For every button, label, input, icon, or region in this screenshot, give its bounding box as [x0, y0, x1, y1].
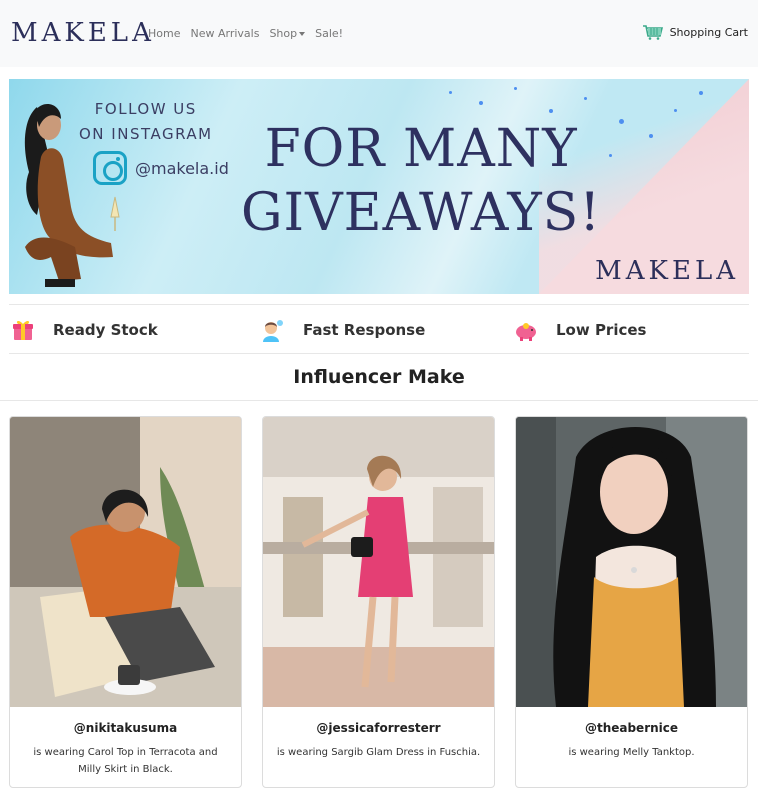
influencer-handle[interactable]: @nikitakusuma	[10, 721, 241, 735]
piggy-bank-icon	[516, 323, 536, 341]
headline-line-2: GIVEAWAYS!	[241, 183, 602, 243]
influencer-description: is wearing Sargib Glam Dress in Fuschia.	[276, 747, 481, 758]
nav-link-shop-dropdown[interactable]: Shop	[269, 27, 306, 40]
sparkle-decoration	[514, 87, 517, 90]
brand-logo[interactable]: MAKELA	[11, 18, 155, 48]
features-bar: Ready Stock Fast Response Low Prices	[9, 304, 749, 354]
follow-line-2: ON INSTAGRAM	[79, 125, 213, 143]
instagram-handle-block: @makela.id	[93, 151, 229, 185]
caret-down-icon	[299, 32, 306, 36]
nav-link-sale[interactable]: Sale!	[315, 27, 343, 40]
nav-link-home[interactable]: Home	[148, 27, 180, 40]
sparkle-decoration	[699, 91, 703, 95]
promo-banner[interactable]: FOLLOW US ON INSTAGRAM @makela.id FOR MA…	[9, 79, 749, 294]
instagram-icon	[93, 151, 127, 185]
feature-label: Ready Stock	[53, 321, 158, 339]
sparkle-decoration	[479, 101, 483, 105]
nav-links: Home New Arrivals Shop Sale!	[148, 27, 343, 40]
shopping-cart-icon	[642, 25, 663, 40]
influencer-handle[interactable]: @jessicaforresterr	[263, 721, 494, 735]
section-divider	[0, 400, 758, 401]
feature-ready-stock: Ready Stock	[11, 318, 158, 342]
influencer-description: is wearing Carol Top in Terracota and Mi…	[33, 747, 218, 775]
navbar: MAKELA Home New Arrivals Shop Sale! Shop…	[0, 0, 758, 67]
shopping-cart-label: Shopping Cart	[669, 25, 748, 39]
influencer-description: is wearing Melly Tanktop.	[568, 747, 695, 758]
influencer-card[interactable]: @theabernice is wearing Melly Tanktop.	[515, 416, 748, 788]
feature-label: Fast Response	[303, 321, 426, 339]
influencer-photo[interactable]	[516, 417, 747, 707]
shopping-cart-link[interactable]: Shopping Cart	[642, 24, 748, 40]
feature-label: Low Prices	[556, 321, 647, 339]
influencer-card[interactable]: @nikitakusuma is wearing Carol Top in Te…	[9, 416, 242, 788]
influencer-photo[interactable]	[263, 417, 494, 707]
headline-line-1: FOR MANY	[264, 119, 578, 179]
banner-brand-logo: MAKELA	[595, 256, 739, 286]
influencer-card[interactable]: @jessicaforresterr is wearing Sargib Gla…	[262, 416, 495, 788]
nav-link-new-arrivals[interactable]: New Arrivals	[190, 27, 259, 40]
banner-headline: FOR MANY GIVEAWAYS!	[241, 117, 601, 245]
influencer-handle[interactable]: @theabernice	[516, 721, 747, 735]
sparkle-decoration	[649, 134, 653, 138]
follow-us-text: FOLLOW US ON INSTAGRAM	[79, 97, 213, 147]
sparkle-decoration	[674, 109, 677, 112]
sparkle-decoration	[584, 97, 587, 100]
gift-icon	[13, 320, 33, 340]
instagram-handle: @makela.id	[135, 158, 229, 178]
sparkle-decoration	[449, 91, 452, 94]
support-agent-icon	[263, 320, 283, 342]
sparkle-decoration	[619, 119, 624, 124]
influencer-photo[interactable]	[10, 417, 241, 707]
nav-link-shop-label: Shop	[269, 27, 298, 40]
follow-line-1: FOLLOW US	[94, 100, 197, 118]
sparkle-decoration	[609, 154, 612, 157]
feature-fast-response: Fast Response	[261, 318, 425, 342]
feature-low-prices: Low Prices	[514, 318, 646, 342]
section-title: Influencer Make	[293, 366, 465, 388]
sparkle-decoration	[549, 109, 553, 113]
